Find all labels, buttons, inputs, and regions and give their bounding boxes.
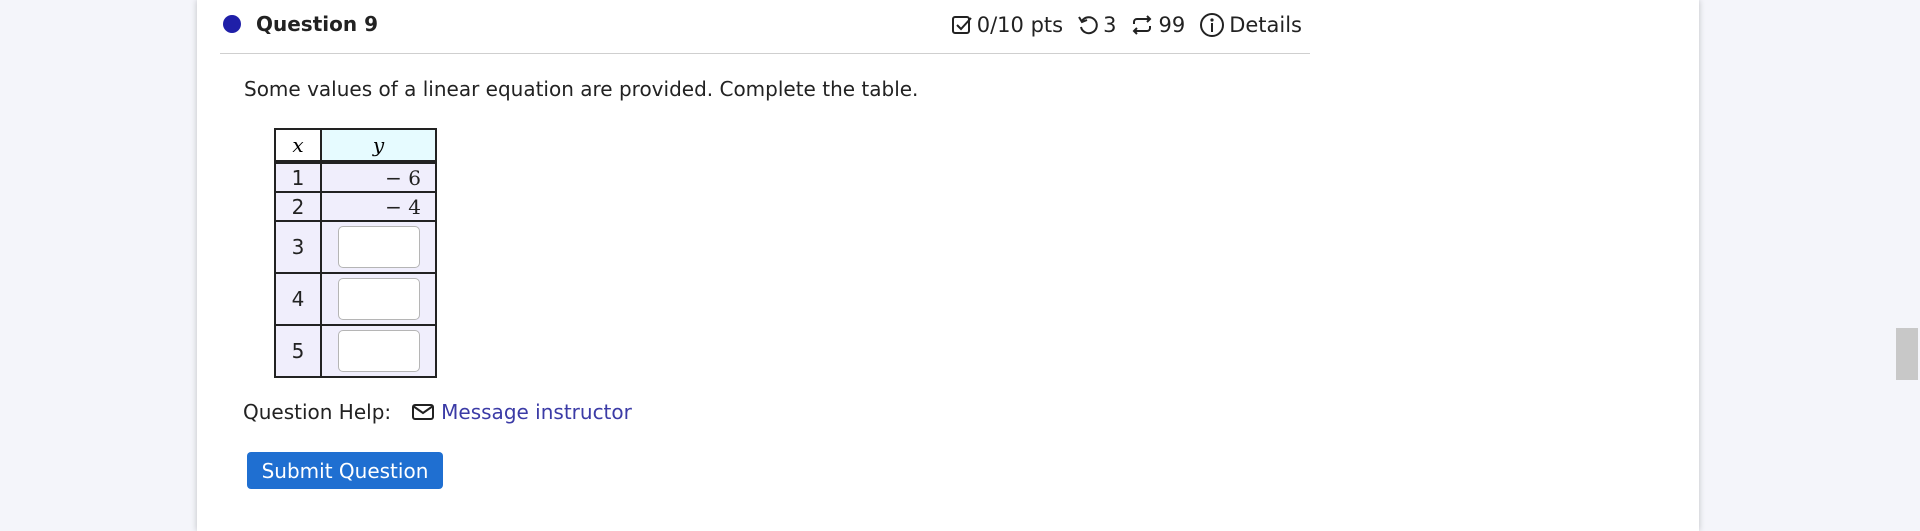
x-cell: 2: [274, 191, 322, 222]
question-header: Question 9 0/10 pts 3 99 Details: [220, 0, 1310, 54]
details-link[interactable]: Details: [1229, 13, 1302, 37]
y-answer-cell: [320, 324, 437, 378]
x-cell: 4: [274, 272, 322, 326]
status-dot-icon: [223, 15, 241, 33]
y-answer-input-5[interactable]: [337, 330, 420, 372]
x-cell: 1: [274, 161, 322, 193]
y-answer-input-4[interactable]: [337, 278, 420, 320]
question-help: Question Help: Message instructor: [243, 400, 632, 424]
table-row: 5: [274, 324, 437, 378]
question-title: Question 9: [256, 12, 378, 36]
y-column-header: y: [320, 128, 437, 164]
checkbox-icon: [951, 14, 973, 36]
table-row: 1 − 6: [274, 161, 437, 193]
y-answer-input-3[interactable]: [337, 226, 420, 268]
y-cell: − 6: [320, 161, 437, 193]
retry-icon: [1077, 14, 1099, 36]
table-row: 2 − 4: [274, 191, 437, 222]
mail-icon[interactable]: [411, 402, 435, 422]
points-text: 0/10 pts: [976, 13, 1064, 37]
versions-count: 99: [1158, 13, 1186, 37]
scrollbar-thumb[interactable]: [1896, 328, 1918, 380]
submit-question-button[interactable]: Submit Question: [247, 452, 443, 489]
x-cell: 3: [274, 220, 322, 274]
message-instructor-link[interactable]: Message instructor: [441, 400, 632, 424]
x-column-header: x: [274, 128, 322, 164]
question-help-label: Question Help:: [243, 400, 392, 424]
question-prompt: Some values of a linear equation are pro…: [244, 77, 919, 101]
table-row: 3: [274, 220, 437, 274]
repeat-icon: [1130, 14, 1154, 36]
table-row: 4: [274, 272, 437, 326]
y-cell: − 4: [320, 191, 437, 222]
info-icon[interactable]: [1199, 12, 1225, 38]
question-meta: 0/10 pts 3 99 Details: [951, 12, 1302, 38]
attempts-count: 3: [1103, 13, 1117, 37]
y-answer-cell: [320, 272, 437, 326]
values-table: x y 1 − 6 2 − 4 3 4 5: [274, 128, 437, 378]
x-cell: 5: [274, 324, 322, 378]
y-answer-cell: [320, 220, 437, 274]
